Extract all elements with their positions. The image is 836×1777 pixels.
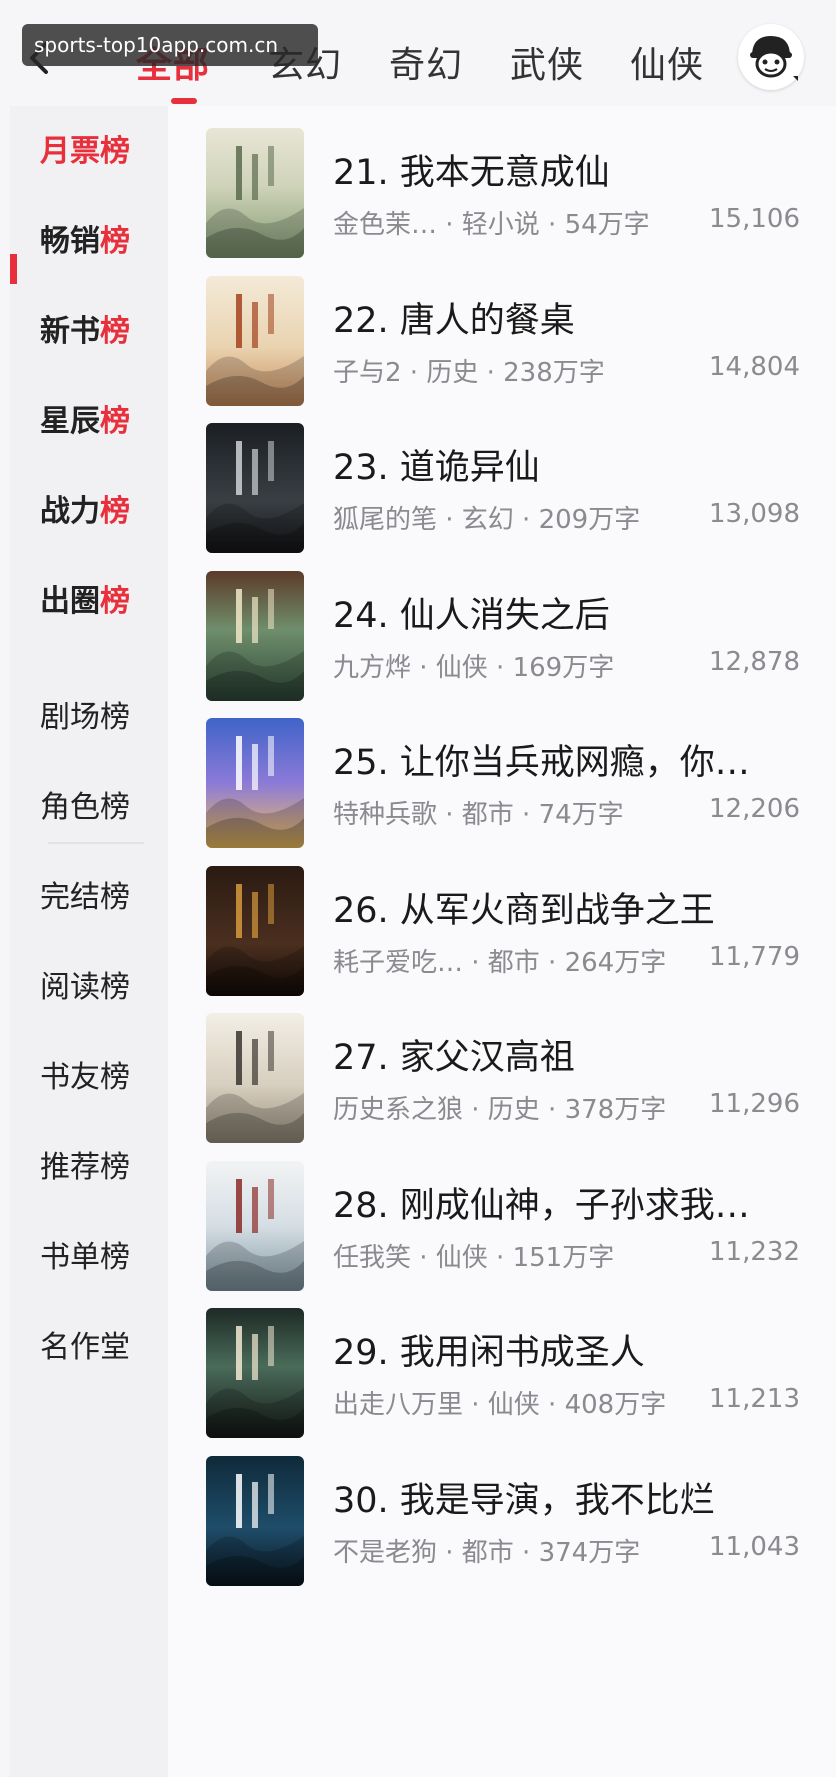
book-meta: 子与2 · 历史 · 238万字: [333, 357, 605, 388]
sidebar-item-label-suffix: 榜: [100, 494, 130, 529]
vote-count: 11,213: [709, 1384, 800, 1414]
vote-count: 11,779: [709, 941, 800, 972]
sidebar-item-11[interactable]: 书友榜: [40, 1052, 130, 1096]
book-meta: 特种兵歌 · 都市 · 74万字: [333, 800, 624, 830]
sidebar-item-label: 新书: [40, 314, 100, 349]
sidebar-item-14[interactable]: 名作堂: [40, 1322, 130, 1366]
book-meta: 狐尾的笔 · 玄幻 · 209万字: [333, 505, 641, 535]
sidebar-item-label-suffix: 榜: [100, 404, 130, 439]
book-row[interactable]: 29. 我用闲书成圣人出走八万里 · 仙侠 · 408万字 11,213: [168, 1286, 836, 1453]
sidebar-item-13[interactable]: 书单榜: [40, 1232, 130, 1276]
book-meta: 出走八万里 · 仙侠 · 408万字: [333, 1390, 667, 1420]
book-cover-image[interactable]: [206, 1308, 304, 1438]
book-title[interactable]: 25. 让你当兵戒网瘾，你…: [333, 734, 750, 785]
book-title[interactable]: 29. 我用闲书成圣人: [333, 1324, 645, 1375]
sidebar-item-8[interactable]: 角色榜: [40, 782, 130, 826]
vote-count: 14,804: [709, 351, 800, 382]
cover-art-icon: [206, 1473, 304, 1586]
sidebar-item-6[interactable]: 出圈榜: [40, 576, 130, 620]
sidebar-item-label: 星辰: [40, 404, 100, 439]
book-title[interactable]: 28. 刚成仙神，子孙求我…: [333, 1177, 750, 1228]
sidebar-item-3[interactable]: 新书榜: [40, 306, 130, 350]
tab-wuxia[interactable]: 武侠: [510, 36, 584, 88]
top-bar: 全部 玄幻 奇幻 武侠 仙侠 sports-top10app.com.cn: [0, 0, 836, 106]
book-row[interactable]: 25. 让你当兵戒网瘾，你… 特种兵歌 · 都市 · 74万字 12,206: [168, 696, 836, 863]
sidebar-item-9[interactable]: 完结榜: [40, 872, 130, 916]
vote-count: 12,206: [709, 794, 800, 824]
book-cover-image[interactable]: [206, 1160, 304, 1291]
sidebar-divider: [48, 842, 144, 844]
avatar-face-icon: [750, 36, 798, 81]
book-cover-image[interactable]: [206, 718, 304, 848]
sidebar-item-label-suffix: 榜: [100, 224, 130, 259]
sidebar-item-10[interactable]: 阅读榜: [40, 962, 130, 1006]
book-row[interactable]: 24. 仙人消失之后九方烨 · 仙侠 · 169万字 12,878: [168, 549, 836, 716]
book-meta: 历史系之狼 · 历史 · 378万字: [333, 1095, 667, 1125]
cover-art-icon: [206, 146, 304, 258]
book-title[interactable]: 21. 我本无意成仙: [333, 144, 610, 195]
ranking-list: 21. 我本无意成仙金色茉… · 轻小说 · 54万字 15,106 22. 唐人的…: [168, 106, 836, 1777]
sidebar-item-label: 月票: [40, 134, 100, 169]
tab-qihuan[interactable]: 奇幻: [389, 36, 463, 88]
watermark-label: sports-top10app.com.cn: [22, 24, 318, 66]
cover-art-icon: [206, 293, 304, 406]
cover-art-icon: [206, 1031, 304, 1143]
book-cover-image[interactable]: [206, 1013, 304, 1143]
sidebar-item-label: 出圈: [40, 584, 100, 619]
book-cover-image[interactable]: [206, 128, 304, 258]
sidebar-item-2[interactable]: 畅销榜: [40, 216, 130, 260]
book-row[interactable]: 23. 道诡异仙狐尾的笔 · 玄幻 · 209万字 13,098: [168, 401, 836, 568]
book-meta: 金色茉… · 轻小说 · 54万字: [333, 210, 650, 240]
vote-count: 11,232: [709, 1236, 800, 1267]
vote-count: 13,098: [709, 499, 800, 529]
book-cover-image[interactable]: [206, 1455, 304, 1586]
book-row[interactable]: 28. 刚成仙神，子孙求我… 任我笑 · 仙侠 · 151万字 11,232: [168, 1139, 836, 1306]
book-row[interactable]: 22. 唐人的餐桌子与2 · 历史 · 238万字 14,804: [168, 254, 836, 421]
sidebar-item-5[interactable]: 战力榜: [40, 486, 130, 530]
cover-art-icon: [206, 1326, 304, 1438]
book-meta: 不是老狗 · 都市 · 374万字: [333, 1537, 641, 1568]
sidebar-item-7[interactable]: 剧场榜: [40, 692, 130, 736]
book-title[interactable]: 23. 道诡异仙: [333, 439, 540, 490]
vote-count: 11,296: [709, 1089, 800, 1119]
vote-count: 15,106: [709, 204, 800, 234]
book-row[interactable]: 30. 我是导演，我不比烂不是老狗 · 都市 · 374万字 11,043: [168, 1434, 836, 1601]
sidebar-active-indicator: [10, 254, 17, 284]
sidebar-item-label-suffix: 榜: [100, 314, 130, 349]
book-cover-image[interactable]: [206, 865, 304, 996]
sidebar-item-label-suffix: 榜: [100, 584, 130, 619]
sidebar-item-label: 战力: [40, 494, 100, 529]
book-title[interactable]: 26. 从军火商到战争之王: [333, 882, 715, 933]
vote-count: 11,043: [709, 1531, 800, 1562]
sidebar-item-12[interactable]: 推荐榜: [40, 1142, 130, 1186]
sidebar-item-1[interactable]: 月票榜: [40, 126, 130, 170]
cover-art-icon: [206, 588, 304, 701]
sidebar-item-label: 畅销: [40, 224, 100, 259]
active-tab-indicator: [171, 98, 197, 104]
tab-xianxia[interactable]: 仙侠: [630, 36, 704, 88]
book-title[interactable]: 22. 唐人的餐桌: [333, 292, 575, 343]
book-cover-image[interactable]: [206, 275, 304, 406]
book-title[interactable]: 30. 我是导演，我不比烂: [333, 1472, 715, 1523]
cover-art-icon: [206, 1178, 304, 1291]
book-meta: 耗子爱吃… · 都市 · 264万字: [333, 947, 667, 978]
book-row[interactable]: 21. 我本无意成仙金色茉… · 轻小说 · 54万字 15,106: [168, 106, 836, 273]
sidebar-item-label-suffix: 榜: [100, 134, 130, 169]
book-title[interactable]: 24. 仙人消失之后: [333, 587, 610, 638]
book-row[interactable]: 26. 从军火商到战争之王耗子爱吃… · 都市 · 264万字 11,779: [168, 844, 836, 1011]
book-cover-image[interactable]: [206, 423, 304, 553]
cover-art-icon: [206, 883, 304, 996]
book-cover-image[interactable]: [206, 570, 304, 701]
vote-count: 12,878: [709, 646, 800, 677]
book-meta: 任我笑 · 仙侠 · 151万字: [333, 1242, 615, 1273]
sidebar-item-4[interactable]: 星辰榜: [40, 396, 130, 440]
cover-art-icon: [206, 441, 304, 553]
book-row[interactable]: 27. 家父汉高祖历史系之狼 · 历史 · 378万字 11,296: [168, 991, 836, 1158]
book-title[interactable]: 27. 家父汉高祖: [333, 1029, 575, 1080]
cover-art-icon: [206, 736, 304, 848]
category-sidebar: 月票榜 畅销榜 新书榜 星辰榜 战力榜 出圈榜 剧场榜 角色榜 完结榜 阅读榜 书友榜 推荐榜 书单榜名…: [10, 106, 168, 1777]
book-meta: 九方烨 · 仙侠 · 169万字: [333, 652, 615, 683]
avatar[interactable]: [738, 24, 804, 90]
